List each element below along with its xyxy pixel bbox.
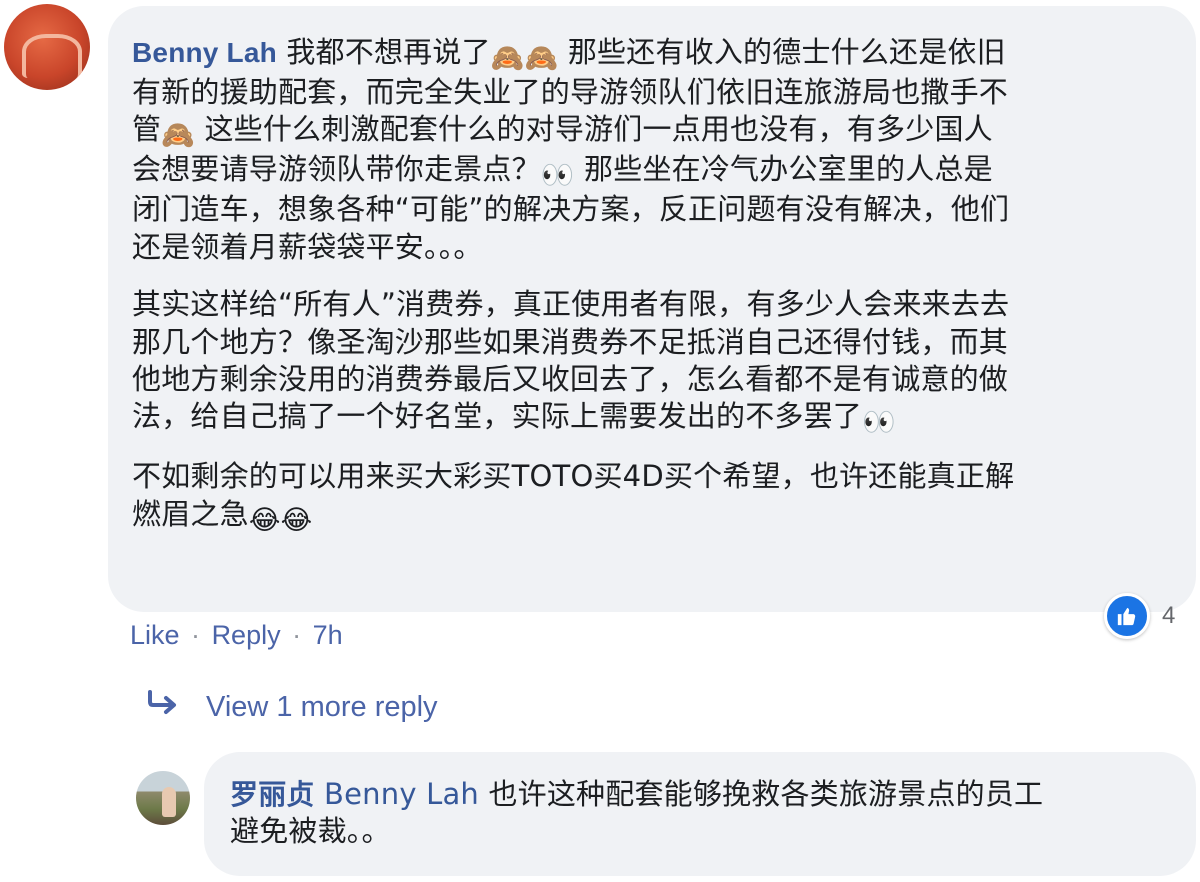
comment-bubble: Benny Lah 我都不想再说了🙈🙈 那些还有收入的德士什么还是依旧 有新的援… <box>108 6 1196 612</box>
avatar-detail <box>22 34 82 78</box>
tears-of-joy-icon: 😂 <box>248 504 281 536</box>
comment-paragraph-3: 不如剩余的可以用来买大彩买TOTO买4D买个希望，也许还能真正解 燃眉之急😂😂 <box>132 458 1172 535</box>
tears-of-joy-icon: 😂 <box>280 504 313 536</box>
like-button[interactable]: Like <box>130 620 180 650</box>
timestamp[interactable]: 7h <box>313 620 343 650</box>
reply-arrow-icon <box>146 690 192 724</box>
mention-link[interactable]: Benny Lah <box>324 777 479 811</box>
see-no-evil-monkey-icon: 🙈 <box>524 43 559 74</box>
comment-paragraph-2: 其实这样给“所有人”消费券，真正使用者有限，有多少人会来来去去 那几个地方？像圣… <box>132 286 1172 438</box>
replier-avatar[interactable] <box>136 771 190 825</box>
avatar-detail <box>162 787 176 817</box>
thumbs-up-icon <box>1104 593 1150 639</box>
reaction-count: 4 <box>1162 602 1176 629</box>
comment-paragraph-1: Benny Lah 我都不想再说了🙈🙈 那些还有收入的德士什么还是依旧 有新的援… <box>132 34 1172 266</box>
separator: · <box>292 620 302 650</box>
reply-paragraph: 罗丽贞 Benny Lah 也许这种配套能够挽救各类旅游景点的员工 避免被裁。。 <box>230 776 1172 851</box>
see-no-evil-monkey-icon: 🙈 <box>490 43 525 74</box>
reply-bubble: 罗丽贞 Benny Lah 也许这种配套能够挽救各类旅游景点的员工 避免被裁。。 <box>204 752 1196 876</box>
view-more-replies-button[interactable]: View 1 more reply <box>146 690 438 724</box>
reply-button[interactable]: Reply <box>212 620 281 650</box>
comment-actions: Like · Reply · 7h <box>130 620 343 651</box>
eyes-icon: 👀 <box>540 160 575 192</box>
separator: · <box>191 620 201 650</box>
reply-author-name[interactable]: 罗丽贞 <box>230 779 315 810</box>
eyes-icon: 👀 <box>862 407 896 439</box>
commenter-avatar[interactable] <box>4 4 90 90</box>
see-no-evil-monkey-icon: 🙈 <box>161 120 196 152</box>
reactions-summary[interactable]: 4 <box>1104 593 1176 639</box>
comment-author-name[interactable]: Benny Lah <box>132 37 277 68</box>
comment-text: 我都不想再说了 <box>286 35 491 69</box>
view-more-label: View 1 more reply <box>206 691 438 723</box>
